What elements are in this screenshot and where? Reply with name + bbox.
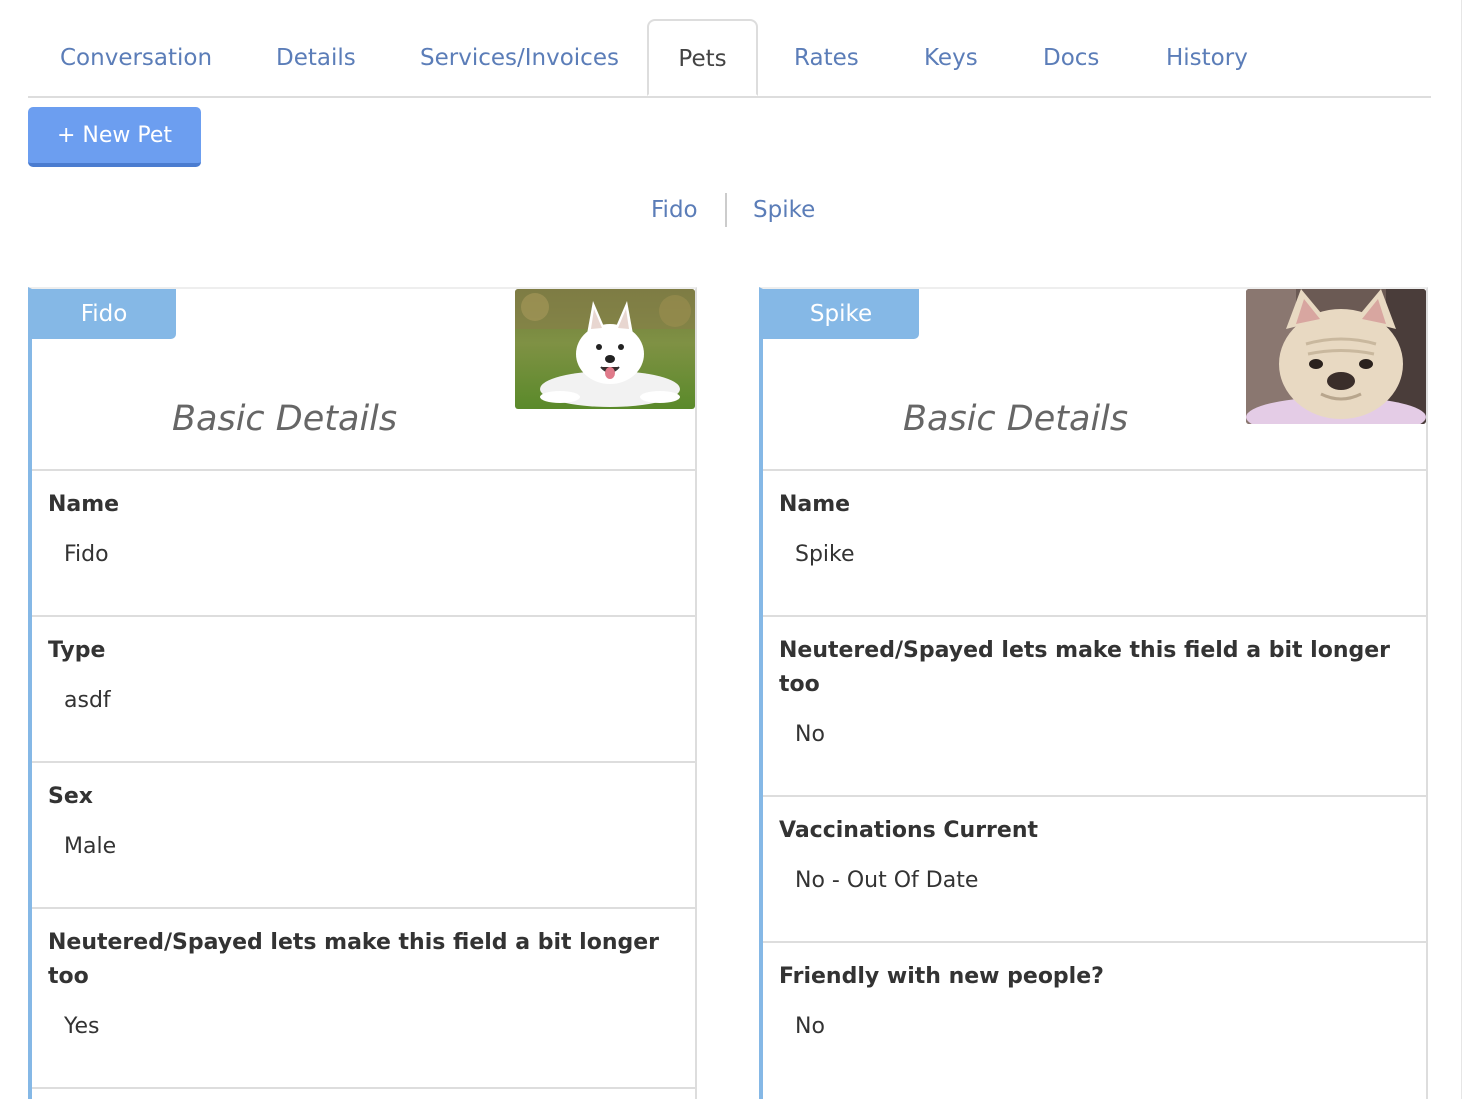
field-name: Name Fido [32,469,695,615]
field-value: Spike [795,542,855,567]
tab-rates[interactable]: Rates [794,19,859,96]
white-dog-photo-icon [515,289,695,409]
field-label: Type [48,638,106,663]
field-value: No [795,1014,825,1039]
pet-card-spike: Spike Basic Details Name Spike Neutered/… [759,287,1428,1099]
field-label: Vaccinations Current [779,818,1038,843]
field-name: Name Spike [763,469,1426,615]
tab-conversation[interactable]: Conversation [60,19,212,96]
tab-details[interactable]: Details [276,19,356,96]
field-sex: Sex Male [32,761,695,907]
pet-card-name-tab: Spike [763,289,919,339]
field-neutered-spayed: Neutered/Spayed lets make this field a b… [32,907,695,1087]
field-label: Sex [48,784,93,809]
pet-fields: Name Spike Neutered/Spayed lets make thi… [763,469,1426,1099]
pet-card-fido: Fido Basic Details Name Fido Type asdf S… [28,287,697,1099]
page-right-divider [1461,0,1462,1099]
field-value: No - Out Of Date [795,868,979,893]
field-vaccinations-current: Vaccinations Current No - Out Of Date [763,795,1426,941]
field-label: Neutered/Spayed lets make this field a b… [48,930,659,989]
field-label: Friendly with new people? [779,964,1104,989]
section-title: Basic Details [172,399,398,439]
field-neutered-spayed: Neutered/Spayed lets make this field a b… [763,615,1426,795]
field-value: asdf [64,688,111,713]
field-label: Name [48,492,120,517]
field-value: No [795,722,825,747]
section-title: Basic Details [903,399,1129,439]
pet-fields: Name Fido Type asdf Sex Male Neutered/Sp… [32,469,695,1099]
field-label: Name [779,492,851,517]
bulldog-photo-icon [1246,289,1426,424]
tab-history[interactable]: History [1166,19,1248,96]
pet-link-fido[interactable]: Fido [651,193,698,227]
field-friendly-new-people: Friendly with new people? No [763,941,1426,1099]
field-value: Male [64,834,117,859]
tab-bar: Conversation Details Services/Invoices P… [28,19,1431,98]
tab-keys[interactable]: Keys [924,19,978,96]
tab-pets[interactable]: Pets [647,19,758,96]
new-pet-button[interactable]: + New Pet [28,107,201,167]
tab-docs[interactable]: Docs [1043,19,1099,96]
field-next [32,1087,695,1099]
field-label: Neutered/Spayed lets make this field a b… [779,638,1390,697]
field-type: Type asdf [32,615,695,761]
pet-link-divider [725,193,727,227]
pet-link-spike[interactable]: Spike [753,193,815,227]
tab-services-invoices[interactable]: Services/Invoices [420,19,619,96]
field-value: Fido [64,542,109,567]
pet-card-name-tab: Fido [32,289,176,339]
field-value: Yes [64,1014,100,1039]
